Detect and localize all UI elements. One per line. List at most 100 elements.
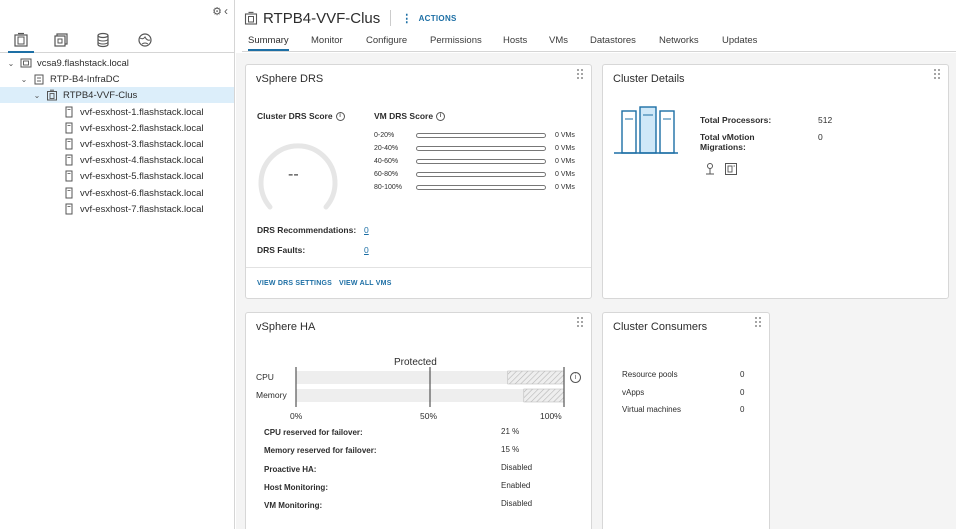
drs-faults-label: DRS Faults: [257, 245, 306, 255]
tree-node-host[interactable]: vvf-esxhost-7.flashstack.local [59, 201, 204, 217]
networking-tab[interactable] [132, 32, 158, 53]
navigator-tabs [0, 30, 234, 53]
tree-node-label: vvf-esxhost-6.flashstack.local [80, 187, 204, 199]
range-label: 60-80% [374, 171, 399, 178]
chevron-down-icon[interactable]: ⌄ [19, 75, 29, 84]
tree-node-vcenter[interactable]: ⌄ vcsa9.flashstack.local [6, 55, 234, 71]
tree-node-host[interactable]: vvf-esxhost-1.flashstack.local [59, 104, 204, 120]
tab-networks[interactable]: Networks [659, 35, 699, 49]
tab-permissions[interactable]: Permissions [430, 35, 482, 49]
object-header: RTPB4-VVF-Clus ⋮ ACTIONS [244, 6, 457, 30]
view-all-vms-link[interactable]: VIEW ALL VMS [339, 280, 392, 287]
vmotion-label-line1: Total vMotion [700, 132, 755, 142]
actions-button[interactable]: ⋮ ACTIONS [401, 12, 456, 25]
range-label: 80-100% [374, 184, 403, 191]
ha-cpu-label: CPU [256, 372, 274, 382]
drs-recommendations-label: DRS Recommendations: [257, 225, 357, 235]
cluster-icon [47, 89, 57, 101]
tree-node-host[interactable]: vvf-esxhost-5.flashstack.local [59, 168, 204, 184]
info-icon[interactable]: i [570, 372, 581, 383]
vapps-value: 0 [740, 388, 745, 397]
cluster-details-card: Cluster Details Total Processors: 512 To… [602, 64, 949, 299]
vm-monitoring-label: VM Monitoring: [264, 501, 323, 510]
drag-handle-icon[interactable] [934, 69, 942, 80]
axis-label-50: 50% [420, 411, 438, 421]
vmotion-value: 0 [818, 132, 823, 142]
tab-monitor[interactable]: Monitor [311, 35, 343, 49]
vms-templates-icon [54, 33, 68, 47]
drs-faults-link[interactable]: 0 [364, 245, 369, 255]
range-bar [416, 172, 546, 177]
cluster-drs-score-text: Cluster DRS Score [257, 111, 333, 121]
drag-handle-icon[interactable] [577, 69, 585, 80]
tab-hosts[interactable]: Hosts [503, 35, 527, 49]
storage-tab[interactable] [90, 32, 116, 53]
tree-node-label: vvf-esxhost-2.flashstack.local [80, 122, 204, 134]
host-icon [65, 122, 73, 134]
header-divider [390, 10, 392, 26]
tree-node-host[interactable]: vvf-esxhost-6.flashstack.local [59, 185, 204, 201]
host-icon [65, 187, 73, 199]
range-bar [416, 146, 546, 151]
host-monitoring-value: Enabled [501, 481, 531, 490]
collapse-left-icon[interactable]: ‹ [224, 4, 228, 18]
memory-reserved-label: Memory reserved for failover: [264, 446, 377, 455]
chevron-down-icon[interactable]: ⌄ [32, 91, 42, 100]
vcenter-icon [20, 58, 32, 68]
total-processors-value: 512 [818, 115, 833, 125]
view-drs-settings-link[interactable]: VIEW DRS SETTINGS [257, 280, 332, 287]
chevron-down-icon[interactable]: ⌄ [6, 59, 16, 68]
drs-score-value: -- [288, 166, 299, 183]
cpu-reserved-value: 21 % [501, 427, 520, 436]
networking-icon [138, 33, 152, 47]
axis-label-100: 100% [540, 411, 562, 421]
tree-node-label: vvf-esxhost-3.flashstack.local [80, 138, 204, 150]
range-label: 20-40% [374, 145, 399, 152]
hosts-clusters-tab[interactable] [8, 32, 34, 53]
vapps-label: vApps [622, 388, 645, 397]
tree-node-host[interactable]: vvf-esxhost-4.flashstack.local [59, 152, 204, 168]
object-tabs: Summary Monitor Configure Permissions Ho… [242, 31, 956, 52]
drs-automation-icon [706, 163, 714, 175]
tree-node-label: vvf-esxhost-4.flashstack.local [80, 154, 204, 166]
vms-templates-tab[interactable] [48, 32, 74, 53]
storage-icon [97, 32, 109, 48]
tab-vms[interactable]: VMs [549, 35, 568, 49]
card-title: vSphere HA [256, 321, 316, 333]
range-count: 0 VMs [555, 184, 575, 191]
drag-handle-icon[interactable] [755, 317, 763, 328]
hosts-clusters-icon [14, 32, 28, 47]
host-icon [65, 154, 73, 166]
cluster-icon [244, 11, 258, 25]
range-bar [416, 133, 546, 138]
tree-node-label: vvf-esxhost-1.flashstack.local [80, 106, 204, 118]
drag-handle-icon[interactable] [577, 317, 585, 328]
range-count: 0 VMs [555, 158, 575, 165]
info-icon[interactable]: i [335, 112, 345, 122]
tree-node-host[interactable]: vvf-esxhost-3.flashstack.local [59, 136, 204, 152]
tab-summary[interactable]: Summary [248, 35, 289, 51]
tree-node-datacenter[interactable]: ⌄ RTP-B4-InfraDC [19, 71, 234, 87]
tree-node-cluster[interactable]: ⌄ RTPB4-VVF-Clus [0, 87, 234, 103]
card-title: Cluster Details [613, 73, 685, 85]
gear-icon[interactable]: ⚙ [212, 5, 222, 18]
resource-pools-label: Resource pools [622, 370, 678, 379]
tab-configure[interactable]: Configure [366, 35, 407, 49]
memory-reserved-value: 15 % [501, 445, 520, 454]
tab-datastores[interactable]: Datastores [590, 35, 636, 49]
vm-drs-score-text: VM DRS Score [374, 111, 434, 121]
page-title: RTPB4-VVF-Clus [263, 9, 381, 27]
card-title: Cluster Consumers [613, 321, 708, 333]
navigator-toolbar: ⚙ ‹ [212, 4, 228, 18]
actions-label: ACTIONS [418, 13, 457, 23]
tab-updates[interactable]: Updates [722, 35, 757, 49]
drs-recommendations-link[interactable]: 0 [364, 225, 369, 235]
info-icon[interactable]: i [436, 112, 446, 122]
tree-node-host[interactable]: vvf-esxhost-2.flashstack.local [59, 120, 204, 136]
proactive-ha-value: Disabled [501, 463, 533, 472]
range-count: 0 VMs [555, 132, 575, 139]
host-monitoring-label: Host Monitoring: [264, 483, 328, 492]
host-icon [65, 170, 73, 182]
vm-monitoring-value: Disabled [501, 499, 533, 508]
range-count: 0 VMs [555, 145, 575, 152]
